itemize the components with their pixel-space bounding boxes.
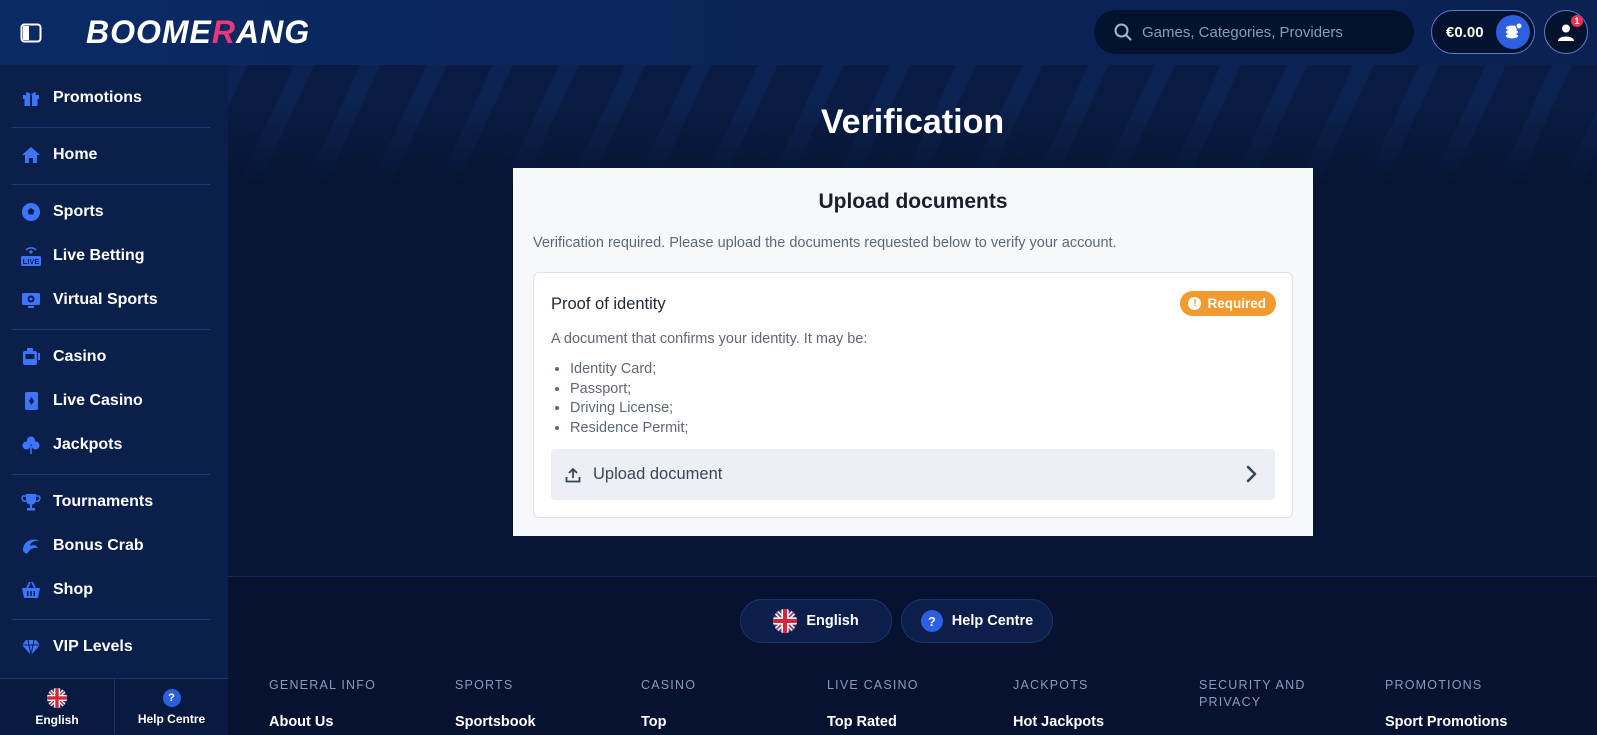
- document-title: Proof of identity: [551, 295, 666, 313]
- status-badge: ! Required: [1180, 291, 1276, 316]
- footer-link[interactable]: About Us: [269, 714, 333, 730]
- footer-link[interactable]: Hot Jackpots: [1013, 714, 1104, 730]
- accepted-documents-list: Identity Card; Passport; Driving License…: [570, 360, 688, 438]
- balance-button[interactable]: €0.00: [1431, 10, 1535, 54]
- soccer-ball-icon: [20, 201, 42, 223]
- notification-badge: 1: [1571, 15, 1583, 27]
- search-input[interactable]: [1142, 23, 1402, 41]
- sidebar-item-bonus-crab[interactable]: Bonus Crab: [0, 526, 228, 566]
- chevron-right-icon: [1246, 465, 1257, 483]
- sidebar-item-virtual-sports[interactable]: Virtual Sports: [0, 280, 228, 320]
- footer-column-sports: SPORTS Sportsbook: [455, 678, 536, 730]
- footer-column-general-info: GENERAL INFO About Us: [269, 678, 377, 730]
- diamond-icon: [20, 636, 42, 658]
- footer-column-promotions: PROMOTIONS Sport Promotions: [1385, 678, 1508, 730]
- sidebar-item-casino[interactable]: Casino: [0, 337, 228, 377]
- card-heading: Upload documents: [818, 190, 1008, 213]
- trophy-icon: [20, 491, 42, 513]
- help-icon: ?: [920, 610, 943, 632]
- sidebar-divider: [12, 619, 210, 620]
- upload-icon: [565, 467, 581, 482]
- slot-machine-icon: [20, 346, 42, 368]
- help-centre-button[interactable]: ? Help Centre: [901, 599, 1053, 643]
- sidebar-language-button[interactable]: English: [0, 679, 114, 735]
- sidebar-footer: English ? Help Centre: [0, 678, 228, 735]
- upload-document-button[interactable]: Upload document: [551, 449, 1275, 500]
- search-bar[interactable]: [1094, 10, 1414, 54]
- list-item: Residence Permit;: [570, 419, 688, 439]
- sidebar-toggle-icon: [20, 23, 42, 42]
- balance-amount: €0.00: [1446, 23, 1484, 41]
- footer-column-security-privacy: SECURITY AND PRIVACY: [1199, 678, 1306, 709]
- sidebar-divider: [12, 184, 210, 185]
- list-item: Driving License;: [570, 399, 688, 419]
- sidebar-toggle-button[interactable]: [0, 0, 62, 65]
- sidebar-divider: [12, 474, 210, 475]
- sidebar-item-sports[interactable]: Sports: [0, 192, 228, 232]
- footer-link[interactable]: Sportsbook: [455, 714, 536, 730]
- sidebar: Promotions Home Sports LIVE Live Betting…: [0, 65, 228, 735]
- sidebar-item-shop[interactable]: Shop: [0, 570, 228, 610]
- footer-column-live-casino: LIVE CASINO Top Rated: [827, 678, 919, 730]
- verification-intro: Verification required. Please upload the…: [533, 235, 1117, 251]
- home-icon: [20, 144, 42, 166]
- top-header: BOOMERANG €0.00 1: [0, 0, 1597, 65]
- footer-link[interactable]: Sport Promotions: [1385, 714, 1507, 730]
- claw-icon: [20, 535, 42, 557]
- uk-flag-icon: [47, 688, 67, 708]
- live-icon: LIVE: [20, 245, 42, 267]
- uk-flag-icon: [773, 609, 798, 633]
- boomerang-logo[interactable]: BOOMERANG: [86, 14, 310, 51]
- footer-link[interactable]: Top Rated: [827, 714, 897, 730]
- account-button[interactable]: 1: [1544, 10, 1588, 54]
- virtual-screen-icon: [20, 289, 42, 311]
- page-title: Verification: [820, 103, 1005, 141]
- footer-link[interactable]: Top: [641, 714, 667, 730]
- main-content: Verification Upload documents Verificati…: [228, 65, 1597, 735]
- footer-column-jackpots: JACKPOTS Hot Jackpots: [1013, 678, 1105, 730]
- document-requirement: Proof of identity ! Required A document …: [533, 272, 1293, 518]
- info-icon: !: [1188, 297, 1202, 310]
- sidebar-item-home[interactable]: Home: [0, 135, 228, 175]
- clover-icon: [20, 434, 42, 456]
- document-description: A document that confirms your identity. …: [551, 331, 868, 347]
- search-icon: [1114, 23, 1132, 41]
- sidebar-divider: [12, 329, 210, 330]
- sidebar-item-jackpots[interactable]: Jackpots: [0, 425, 228, 465]
- list-item: Identity Card;: [570, 360, 688, 380]
- upload-documents-card: Upload documents Verification required. …: [513, 168, 1313, 536]
- sidebar-item-live-casino[interactable]: Live Casino: [0, 381, 228, 421]
- sidebar-help-button[interactable]: ? Help Centre: [114, 679, 228, 735]
- svg-text:LIVE: LIVE: [23, 257, 40, 266]
- coins-icon: [1496, 15, 1530, 49]
- basket-icon: [20, 579, 42, 601]
- sidebar-item-promotions[interactable]: Promotions: [0, 78, 228, 118]
- sidebar-item-live-betting[interactable]: LIVE Live Betting: [0, 236, 228, 276]
- list-item: Passport;: [570, 380, 688, 400]
- gift-icon: [20, 87, 42, 109]
- sidebar-item-tournaments[interactable]: Tournaments: [0, 482, 228, 522]
- footer-column-casino: CASINO Top: [641, 678, 697, 730]
- help-icon: ?: [162, 689, 181, 707]
- language-button[interactable]: English: [740, 599, 892, 643]
- sidebar-item-vip-levels[interactable]: VIP Levels: [0, 627, 228, 667]
- sidebar-divider: [12, 127, 210, 128]
- site-footer: English ? Help Centre GENERAL INFO About…: [228, 576, 1597, 735]
- playing-card-icon: [20, 390, 42, 412]
